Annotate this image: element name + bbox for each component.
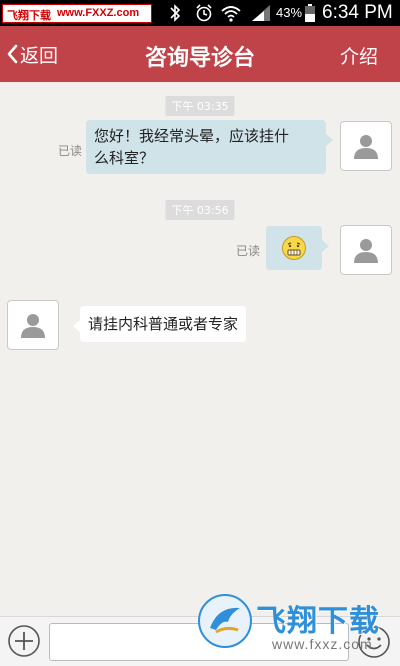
- back-label: 返回: [20, 44, 59, 67]
- emoji-icon[interactable]: [357, 625, 391, 659]
- watermark-cn-text: 飞翔下载: [7, 9, 51, 22]
- message-bubble-outgoing[interactable]: [266, 226, 329, 270]
- user-avatar-icon: [354, 239, 378, 263]
- user-avatar-icon: [21, 314, 45, 338]
- intro-button[interactable]: 介绍: [340, 42, 378, 69]
- alarm-icon: [196, 4, 212, 22]
- avatar-doctor[interactable]: [7, 300, 59, 350]
- message-bubble-incoming[interactable]: 请挂内科普通或者专家: [72, 306, 247, 342]
- avatar-self[interactable]: [340, 225, 392, 275]
- message-bubble-outgoing[interactable]: 您好！我经常头晕，应该挂什 么科室？: [86, 120, 333, 174]
- chevron-left-icon: [7, 44, 18, 64]
- battery-icon: [305, 4, 315, 22]
- signal-icon: [252, 5, 270, 21]
- back-button[interactable]: 返回: [6, 40, 58, 68]
- watermark-banner: 飞翔下载 www.FXXZ.com: [2, 4, 152, 23]
- message-input[interactable]: [49, 623, 349, 661]
- battery-percent: 43%: [276, 5, 303, 20]
- bluetooth-icon: [170, 4, 181, 22]
- grimace-emoji-icon: [282, 236, 306, 260]
- plus-icon[interactable]: [7, 624, 41, 658]
- timestamp: 下午 03:35: [165, 96, 235, 116]
- read-status: 已读: [58, 144, 83, 158]
- title-bar: 返回 咨询导诊台 介绍: [0, 26, 400, 82]
- watermark-url-text: www.FXXZ.com: [57, 7, 140, 19]
- avatar-self[interactable]: [340, 121, 392, 171]
- status-bar: 飞翔下载 www.FXXZ.com 43% 6:34 PM: [0, 0, 400, 26]
- wifi-icon: [221, 6, 241, 22]
- timestamp: 下午 03:56: [165, 200, 235, 220]
- input-bar: [0, 616, 400, 666]
- read-status: 已读: [236, 244, 261, 258]
- message-line: 么科室？: [94, 149, 155, 167]
- chat-area[interactable]: 下午 03:35 已读 您好！我经常头晕，应该挂什 么科室？ 下午 03:56 …: [0, 82, 400, 616]
- clock: 6:34 PM: [322, 2, 393, 23]
- user-avatar-icon: [354, 135, 378, 159]
- message-line: 您好！我经常头晕，应该挂什: [94, 127, 290, 145]
